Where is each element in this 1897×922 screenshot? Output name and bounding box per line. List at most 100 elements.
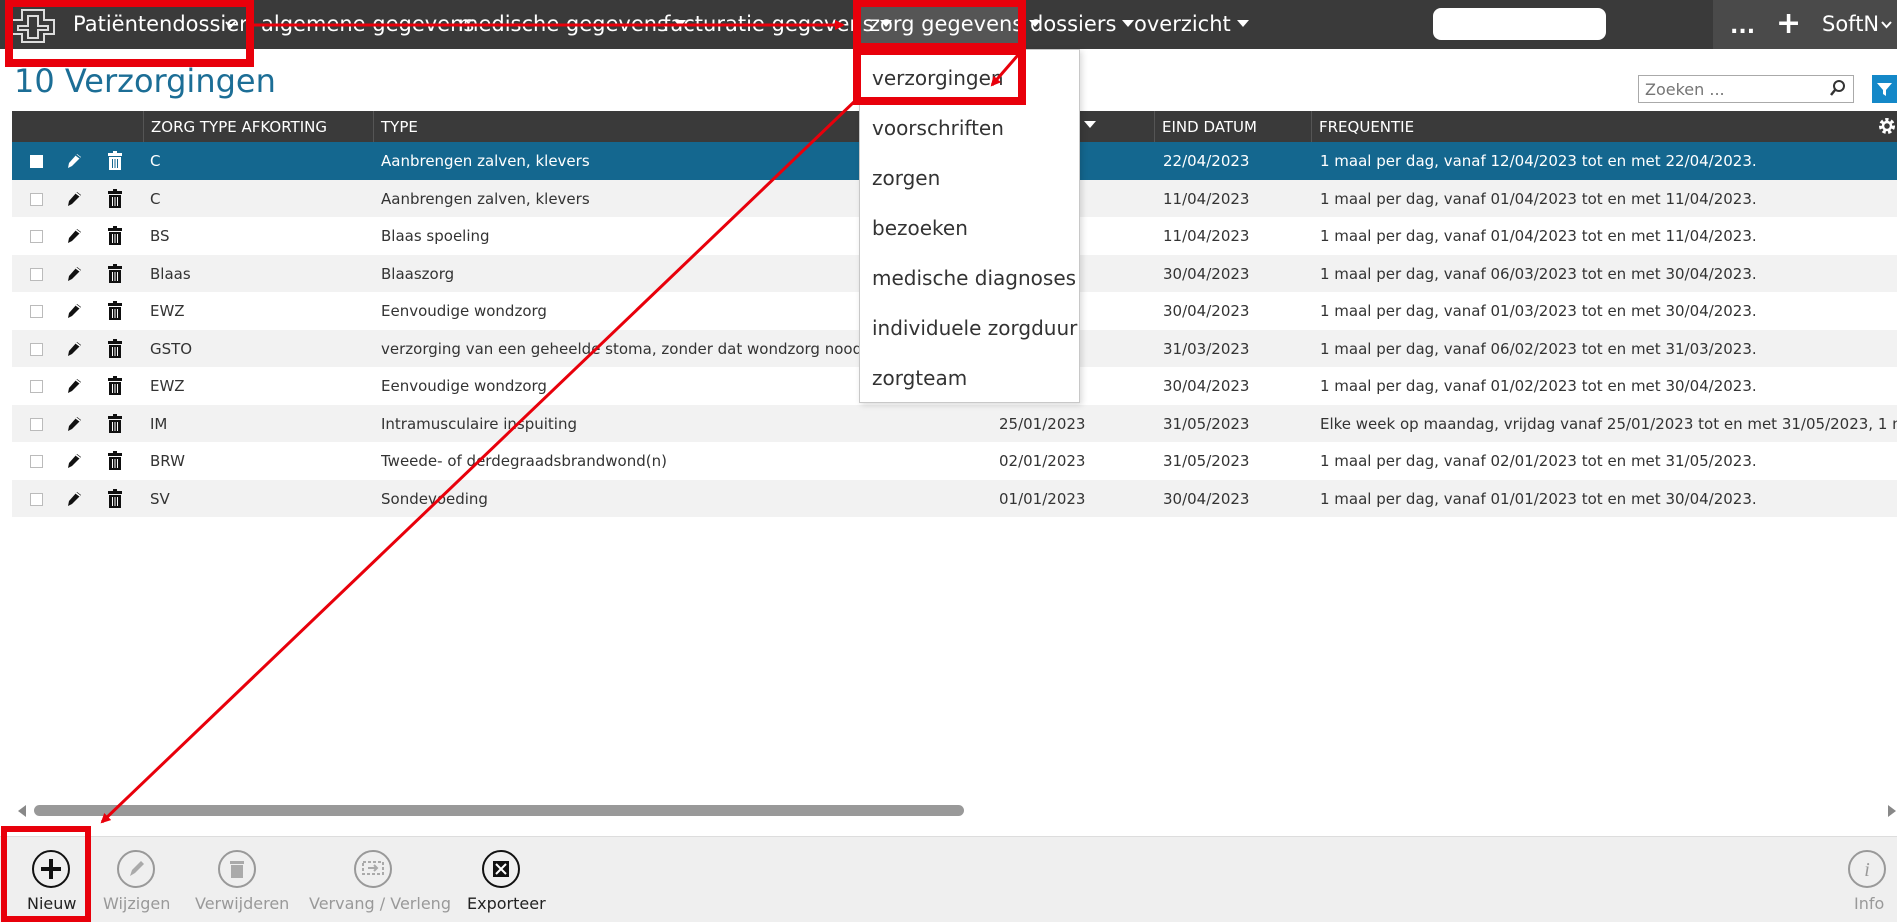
cell-code: Blaas [150, 264, 191, 283]
cell-code: C [150, 189, 161, 208]
search-field[interactable] [1638, 75, 1854, 103]
cell-type: verzorging van een geheelde stoma, zonde… [381, 339, 869, 358]
menu-item-medische-diagnoses[interactable]: medische diagnoses [872, 266, 1076, 290]
row-checkbox[interactable] [30, 192, 43, 206]
chevron-down-icon[interactable] [224, 20, 237, 30]
nav-label: medische gegevens [458, 12, 669, 36]
cell-end-date: 31/05/2023 [1163, 414, 1250, 433]
chevron-down-icon[interactable] [1880, 20, 1893, 30]
scroll-right-arrow-icon[interactable] [1888, 805, 1896, 817]
nav-facturatie-gegevens[interactable]: facturatie gegevens [663, 12, 892, 36]
cell-end-date: 11/04/2023 [1163, 227, 1250, 245]
new-button[interactable]: Nieuw [20, 837, 82, 922]
trash-icon[interactable] [107, 263, 123, 284]
delete-button[interactable]: Verwijderen [193, 837, 289, 922]
app-logo-icon[interactable] [8, 6, 58, 44]
search-icon[interactable] [1829, 79, 1847, 99]
nav-zorg-gegevens[interactable]: zorg gegevens [869, 12, 1042, 36]
more-menu-button[interactable]: ... [1730, 14, 1755, 39]
nav-algemene-gegevens[interactable]: algemene gegevens [261, 12, 474, 36]
cell-frequency: 1 maal per dag, vanaf 01/03/2023 tot en … [1320, 302, 1757, 320]
row-checkbox[interactable] [30, 230, 43, 243]
edit-label: Wijzigen [103, 894, 171, 913]
pencil-icon[interactable] [66, 265, 82, 283]
gear-icon[interactable] [1876, 115, 1897, 137]
global-search-input[interactable] [1433, 8, 1606, 40]
trash-icon[interactable] [107, 301, 123, 321]
pencil-icon[interactable] [66, 490, 82, 508]
row-checkbox[interactable] [30, 417, 43, 431]
nav-label: algemene gegevens [261, 12, 475, 36]
brand-menu[interactable]: Patiëntendossier [73, 12, 248, 36]
header-frequency[interactable]: FREQUENTIE [1311, 111, 1871, 142]
export-button[interactable]: Exporteer [465, 837, 546, 922]
pencil-icon[interactable] [66, 302, 82, 320]
edit-button[interactable]: Wijzigen [100, 837, 170, 922]
nav-overzicht[interactable]: overzicht [1134, 12, 1249, 36]
table-row[interactable]: SV Sondevoeding 01/01/2023 30/04/2023 1 maal… [12, 479, 1897, 517]
header-end-date[interactable]: EIND DATUM [1154, 111, 1312, 142]
menu-item-zorgteam[interactable]: zorgteam [872, 366, 967, 390]
user-menu[interactable]: SoftN [1822, 12, 1879, 36]
menu-item-verzorgingen[interactable]: verzorgingen [872, 66, 1004, 90]
cell-frequency: 1 maal per dag, vanaf 06/02/2023 tot en … [1320, 339, 1757, 358]
add-button[interactable]: + [1776, 6, 1801, 41]
cell-frequency: 1 maal per dag, vanaf 06/03/2023 tot en … [1320, 264, 1757, 283]
pencil-icon[interactable] [66, 377, 82, 395]
pencil-icon[interactable] [66, 227, 82, 245]
cell-type: Tweede- of derdegraadsbrandwond(n) [381, 452, 667, 470]
zorg-gegevens-dropdown: verzorgingen voorschriften zorgen bezoek… [859, 49, 1080, 403]
app-window: Patiëntendossier algemene gegevens medis… [0, 0, 1897, 922]
row-checkbox[interactable] [30, 342, 43, 356]
pencil-icon[interactable] [66, 340, 82, 358]
header-code[interactable]: ZORG TYPE AFKORTING [143, 111, 385, 142]
scroll-left-arrow-icon[interactable] [18, 805, 26, 817]
cell-code: GSTO [150, 339, 193, 358]
pencil-icon[interactable] [66, 415, 82, 433]
row-checkbox[interactable] [30, 305, 43, 318]
pencil-icon[interactable] [66, 190, 82, 208]
row-checkbox[interactable] [30, 455, 43, 468]
cell-frequency: 1 maal per dag, vanaf 12/04/2023 tot en … [1320, 152, 1757, 170]
info-button[interactable]: i Info [1845, 837, 1889, 922]
row-checkbox[interactable] [30, 492, 43, 506]
menu-item-voorschriften[interactable]: voorschriften [872, 116, 1004, 140]
trash-icon[interactable] [107, 376, 123, 396]
trash-icon[interactable] [107, 413, 123, 434]
table-row[interactable]: BRW Tweede- of derdegraadsbrandwond(n) 02/… [12, 442, 1897, 480]
info-icon: i [1848, 850, 1886, 888]
row-checkbox[interactable] [30, 267, 43, 281]
new-label: Nieuw [27, 894, 77, 913]
cell-end-date: 30/04/2023 [1163, 302, 1250, 320]
scroll-thumb[interactable] [34, 805, 964, 816]
trash-icon[interactable] [107, 338, 123, 359]
menu-item-individuele-zorgduur[interactable]: individuele zorgduur [872, 316, 1077, 340]
cell-frequency: Elke week op maandag, vrijdag vanaf 25/0… [1320, 414, 1897, 433]
menu-item-zorgen[interactable]: zorgen [872, 166, 940, 190]
replace-extend-button[interactable]: Vervang / Verleng [308, 837, 451, 922]
cell-end-date: 30/04/2023 [1163, 489, 1250, 508]
filter-button[interactable] [1872, 75, 1897, 103]
cell-type: Blaaszorg [381, 264, 455, 283]
row-checkbox[interactable] [30, 155, 43, 168]
menu-item-bezoeken[interactable]: bezoeken [872, 216, 968, 240]
replace-extend-label: Vervang / Verleng [309, 894, 451, 913]
trash-icon[interactable] [107, 488, 123, 509]
nav-medische-gegevens[interactable]: medische gegevens [458, 12, 687, 36]
trash-icon[interactable] [107, 451, 123, 471]
search-input[interactable] [1639, 76, 1819, 102]
trash-icon[interactable] [107, 226, 123, 246]
horizontal-scrollbar[interactable] [0, 800, 1897, 822]
header-type[interactable]: TYPE [373, 111, 873, 142]
row-checkbox[interactable] [30, 380, 43, 393]
pencil-circle-icon [117, 850, 155, 888]
pencil-icon[interactable] [66, 452, 82, 470]
trash-icon[interactable] [107, 188, 123, 209]
cell-end-date: 30/04/2023 [1163, 377, 1250, 395]
table-row[interactable]: IM Intramusculaire inspuiting 25/01/2023 31… [12, 404, 1897, 442]
pencil-icon[interactable] [66, 152, 82, 170]
plus-circle-icon [32, 850, 70, 888]
trash-icon[interactable] [107, 151, 123, 171]
nav-dossiers[interactable]: dossiers [1030, 12, 1135, 36]
cell-code: EWZ [150, 377, 185, 395]
